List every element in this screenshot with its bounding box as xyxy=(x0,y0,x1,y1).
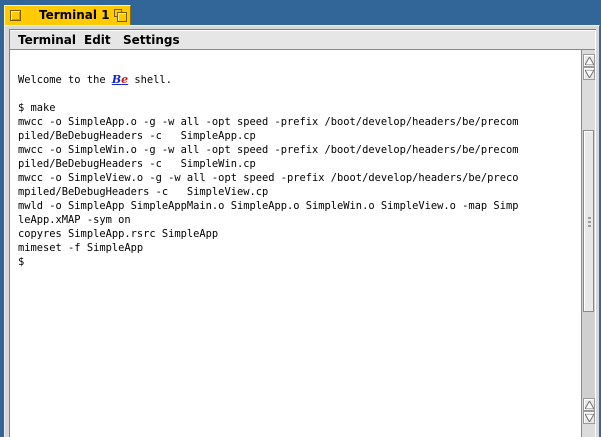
grip-mark xyxy=(588,221,591,223)
menu-edit[interactable]: Edit xyxy=(84,33,111,47)
terminal-line: mwcc -o SimpleWin.o -g -w all -opt speed… xyxy=(18,144,519,156)
window-content: Terminal Edit Settings Welcome to the Be… xyxy=(9,29,596,437)
arrow-up-icon xyxy=(585,401,594,409)
terminal-line: mwcc -o SimpleApp.o -g -w all -opt speed… xyxy=(18,116,519,128)
terminal-window: Terminal Edit Settings Welcome to the Be… xyxy=(4,25,600,437)
menu-bar: Terminal Edit Settings xyxy=(10,30,595,50)
welcome-prefix: Welcome to the xyxy=(18,74,112,86)
menu-terminal[interactable]: Terminal xyxy=(18,33,76,47)
arrow-down-icon xyxy=(585,70,594,78)
terminal-line: mwcc -o SimpleView.o -g -w all -opt spee… xyxy=(18,172,519,184)
scroll-thumb[interactable] xyxy=(583,130,594,312)
zoom-button[interactable] xyxy=(114,9,127,22)
welcome-suffix: shell. xyxy=(128,74,172,86)
terminal-line: mimeset -f SimpleApp xyxy=(18,242,144,254)
terminal-line: mpiled/BeDebugHeaders -c SimpleView.cp xyxy=(18,186,269,198)
terminal-line: piled/BeDebugHeaders -c SimpleWin.cp xyxy=(18,158,256,170)
scroll-up-button-bottom[interactable] xyxy=(583,398,595,411)
scroll-up-button[interactable] xyxy=(583,54,595,67)
menu-settings[interactable]: Settings xyxy=(123,33,180,47)
scroll-track[interactable] xyxy=(582,130,595,398)
zoom-icon-front xyxy=(117,12,127,22)
terminal-line: mwld -o SimpleApp SimpleAppMain.o Simple… xyxy=(18,200,519,212)
terminal-line: leApp.xMAP -sym on xyxy=(18,214,131,226)
window-title: Terminal 1 xyxy=(39,8,110,22)
scroll-down-button[interactable] xyxy=(583,67,595,80)
arrow-up-icon xyxy=(585,57,594,65)
vertical-scrollbar[interactable] xyxy=(581,50,595,437)
arrow-down-icon xyxy=(585,414,594,422)
terminal-prompt: $ xyxy=(18,256,25,268)
terminal-line: copyres SimpleApp.rsrc SimpleApp xyxy=(18,228,219,240)
desktop: Terminal 1 Terminal Edit Settings Welcom… xyxy=(0,0,601,437)
window-tab[interactable]: Terminal 1 xyxy=(4,5,131,25)
be-logo-text: Be xyxy=(111,73,129,86)
close-button[interactable] xyxy=(10,10,21,21)
welcome-line: Welcome to the Be shell. xyxy=(18,73,172,87)
terminal-line: $ make xyxy=(18,102,56,114)
terminal-line: piled/BeDebugHeaders -c SimpleApp.cp xyxy=(18,130,256,142)
be-logo: Be xyxy=(112,73,128,86)
scroll-down-button-bottom[interactable] xyxy=(583,411,595,424)
grip-mark xyxy=(588,217,591,219)
grip-mark xyxy=(588,225,591,227)
terminal-text-area[interactable]: Welcome to the Be shell. $ make mwcc -o … xyxy=(10,50,581,437)
